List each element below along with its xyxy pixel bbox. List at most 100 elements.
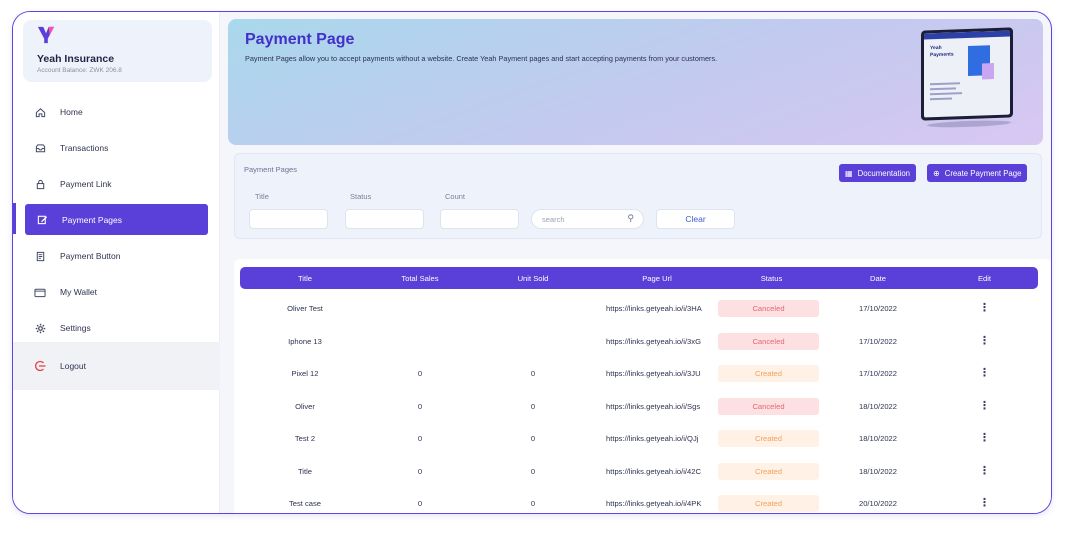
cell-unit-sold: 0 [530,401,536,411]
header-status[interactable]: Status [718,274,825,283]
logout-label: Logout [60,361,86,371]
sidebar-item-payment-button[interactable]: Payment Button [13,238,220,274]
sidebar-item-label: Home [60,107,83,117]
cell-page-url[interactable]: https://links.getyeah.io/i/4PK [596,499,718,508]
status-badge: Created [718,462,819,480]
sidebar-item-transactions[interactable]: Transactions [13,130,220,166]
edit-icon [36,214,48,226]
clear-button[interactable]: Clear [656,209,735,229]
create-payment-page-button[interactable]: ⊕ Create Payment Page [927,164,1028,182]
cell-total-sales: 0 [417,466,423,476]
cell-date: 18/10/2022 [858,401,897,411]
status-badge: Canceled [718,299,819,317]
table-row[interactable]: Test 2 0 0 https://links.getyeah.io/i/QJ… [240,422,1038,454]
sidebar-item-label: Transactions [60,143,109,153]
cell-title: Oliver [295,401,315,411]
cell-page-url[interactable]: https://links.getyeah.io/i/3xG [596,337,718,346]
sidebar-item-label: Payment Button [60,251,121,261]
sidebar-item-label: Payment Link [60,179,112,189]
sidebar-item-payment-link[interactable]: Payment Link [13,166,220,202]
cell-page-url[interactable]: https://links.getyeah.io/i/42C [596,467,718,476]
table-row[interactable]: Oliver Test https://links.getyeah.io/i/3… [240,292,1038,324]
sidebar-item-payment-pages[interactable]: Payment Pages [25,204,208,235]
sidebar-item-my-wallet[interactable]: My Wallet [13,274,220,310]
sidebar-item-home[interactable]: Home [13,94,220,130]
cell-date: 18/10/2022 [858,466,897,476]
cell-page-url[interactable]: https://links.getyeah.io/i/QJj [596,434,718,443]
title-filter-label: Title [255,192,269,201]
cell-page-url[interactable]: https://links.getyeah.io/i/Sgs [596,402,718,411]
tablet-text: Yeah Payments [930,44,954,58]
tablet-illustration: Yeah Payments [921,27,1013,130]
table-row[interactable]: Oliver 0 0 https://links.getyeah.io/i/Sg… [240,390,1038,422]
count-filter-input[interactable] [440,209,519,229]
header-page-url[interactable]: Page Url [596,274,718,283]
cell-page-url[interactable]: https://links.getyeah.io/i/3JU [596,369,718,378]
sidebar-item-settings[interactable]: Settings [13,310,220,346]
cell-date: 20/10/2022 [858,498,897,508]
title-filter-input[interactable] [249,209,328,229]
cell-title: Pixel 12 [291,368,319,378]
sidebar-nav: Home Transactions Payment Link Payment P… [13,94,220,346]
cell-unit-sold: 0 [530,368,536,378]
search-icon: ⚲ [627,213,634,223]
account-balance: Account Balance: ZWK 206.8 [37,67,122,74]
cell-unit-sold: 0 [530,466,536,476]
sidebar-item-label: Settings [60,323,91,333]
logout-button[interactable]: Logout [13,342,220,390]
filter-title: Payment Pages [244,165,297,174]
cell-unit-sold: 0 [530,498,536,508]
lock-icon [34,178,46,190]
status-filter-input[interactable] [345,209,424,229]
search-placeholder: search [542,214,565,224]
documentation-button[interactable]: ▦ Documentation [839,164,917,182]
more-options-icon[interactable]: ⋮ [979,335,990,347]
receipt-icon [34,250,46,262]
cell-title: Title [297,466,313,476]
payment-pages-table: Title Total Sales Unit Sold Page Url Sta… [234,259,1051,513]
documentation-label: Documentation [857,168,911,178]
status-badge: Created [718,429,819,447]
cell-total-sales: 0 [417,401,423,411]
map-icon: ▦ [845,168,853,178]
main-content: Payment Page Payment Pages allow you to … [220,12,1051,513]
more-options-icon[interactable]: ⋮ [979,497,990,509]
hero-banner: Payment Page Payment Pages allow you to … [228,19,1043,145]
status-badge: Created [718,364,819,382]
cell-total-sales: 0 [417,433,423,443]
home-icon [34,106,46,118]
create-label: Create Payment Page [944,168,1022,178]
table-row[interactable]: Test case 0 0 https://links.getyeah.io/i… [240,487,1038,513]
status-filter-label: Status [350,192,372,201]
header-unit-sold[interactable]: Unit Sold [470,274,596,283]
page-title: Payment Page [245,31,355,48]
status-badge: Created [718,494,819,512]
cell-title: Test case [288,498,322,508]
table-row[interactable]: Title 0 0 https://links.getyeah.io/i/42C… [240,455,1038,487]
header-total-sales[interactable]: Total Sales [370,274,470,283]
cell-total-sales: 0 [417,498,423,508]
sidebar-item-label: My Wallet [60,287,97,297]
header-edit: Edit [977,273,992,283]
table-header: Title Total Sales Unit Sold Page Url Sta… [240,267,1038,289]
sidebar: Yeah Insurance Account Balance: ZWK 206.… [13,12,220,513]
cell-date: 17/10/2022 [858,368,897,378]
more-options-icon[interactable]: ⋮ [979,367,990,379]
more-options-icon[interactable]: ⋮ [979,432,990,444]
brand-card: Yeah Insurance Account Balance: ZWK 206.… [23,20,212,82]
cell-page-url[interactable]: https://links.getyeah.io/i/3HA [596,304,718,313]
sidebar-item-label: Payment Pages [62,214,123,225]
cell-date: 17/10/2022 [858,303,897,313]
logout-icon [34,360,46,372]
cell-title: Test 2 [294,433,316,443]
table-row[interactable]: Pixel 12 0 0 https://links.getyeah.io/i/… [240,357,1038,389]
header-title[interactable]: Title [240,274,370,283]
more-options-icon[interactable]: ⋮ [979,465,990,477]
header-date[interactable]: Date [825,274,931,283]
more-options-icon[interactable]: ⋮ [979,400,990,412]
more-options-icon[interactable]: ⋮ [979,302,990,314]
table-row[interactable]: Iphone 13 https://links.getyeah.io/i/3xG… [240,325,1038,357]
cell-date: 17/10/2022 [858,336,897,346]
gear-icon [34,322,46,334]
search-input[interactable]: search ⚲ [531,209,644,229]
